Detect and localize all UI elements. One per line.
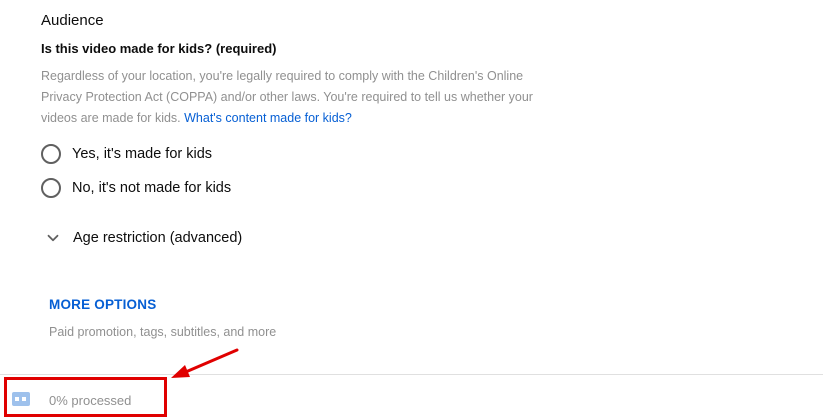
radio-circle-icon[interactable] [41,144,61,164]
annotation-arrow-icon [171,348,239,378]
upload-details-page: Audience Is this video made for kids? (r… [0,0,823,420]
more-options-subtitle: Paid promotion, tags, subtitles, and mor… [49,325,277,339]
processing-status-text: 0% processed [49,393,132,408]
more-options-button[interactable]: MORE OPTIONS [49,297,156,312]
processing-icon [12,392,30,406]
chevron-down-icon [47,234,59,242]
radio-made-for-kids[interactable]: Yes, it's made for kids [41,144,212,164]
made-for-kids-question: Is this video made for kids? (required) [41,41,277,56]
age-restriction-toggle[interactable]: Age restriction (advanced) [44,229,242,247]
section-title-audience: Audience [41,12,104,29]
age-restriction-label: Age restriction (advanced) [73,230,243,246]
radio-label-no: No, it's not made for kids [72,180,232,196]
coppa-description: Regardless of your location, you're lega… [41,66,561,129]
radio-circle-icon[interactable] [41,178,61,198]
footer-divider [0,374,823,375]
radio-not-made-for-kids[interactable]: No, it's not made for kids [41,178,231,198]
content-made-for-kids-link[interactable]: What's content made for kids? [184,111,352,125]
radio-label-yes: Yes, it's made for kids [72,146,213,162]
